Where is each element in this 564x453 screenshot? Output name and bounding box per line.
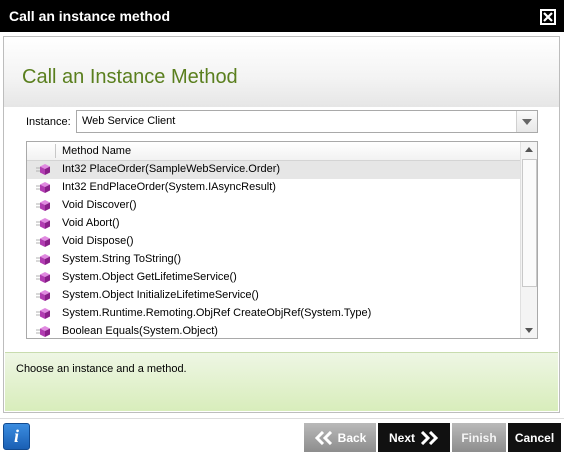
scroll-up-icon[interactable] xyxy=(521,142,537,158)
method-name: System.Runtime.Remoting.ObjRef CreateObj… xyxy=(62,307,372,319)
method-row[interactable]: Int32 EndPlaceOrder(System.IAsyncResult) xyxy=(27,179,521,197)
method-rows: Int32 PlaceOrder(SampleWebService.Order)… xyxy=(27,161,521,338)
method-icon xyxy=(36,307,52,321)
method-row[interactable]: System.Runtime.Remoting.ObjRef CreateObj… xyxy=(27,305,521,323)
method-icon xyxy=(36,289,52,303)
method-icon xyxy=(36,253,52,267)
method-name: System.Object GetLifetimeService() xyxy=(62,271,237,283)
method-name: System.Object InitializeLifetimeService(… xyxy=(62,289,259,301)
method-row[interactable]: Int32 PlaceOrder(SampleWebService.Order) xyxy=(27,161,521,179)
double-chevron-left-icon xyxy=(314,430,332,445)
method-icon xyxy=(36,235,52,249)
method-name: Void Abort() xyxy=(62,217,120,229)
double-chevron-right-icon xyxy=(420,430,439,445)
method-name: Void Dispose() xyxy=(62,235,134,247)
instance-dropdown[interactable]: Web Service Client xyxy=(76,110,538,133)
dropdown-arrow[interactable] xyxy=(516,111,537,132)
method-icon xyxy=(36,271,52,285)
info-icon: i xyxy=(13,426,19,446)
method-row[interactable]: System.Object InitializeLifetimeService(… xyxy=(27,287,521,305)
method-row[interactable]: System.String ToString() xyxy=(27,251,521,269)
info-message: Choose an instance and a method. xyxy=(16,363,187,375)
method-icon xyxy=(36,181,52,195)
method-row[interactable]: Void Dispose() xyxy=(27,233,521,251)
method-name: System.String ToString() xyxy=(62,253,182,265)
back-button[interactable]: Back xyxy=(304,423,376,452)
next-label: Next xyxy=(388,430,415,445)
finish-button[interactable]: Finish xyxy=(452,423,506,452)
cancel-button[interactable]: Cancel xyxy=(508,423,561,452)
column-separator xyxy=(55,144,56,158)
method-name: Int32 PlaceOrder(SampleWebService.Order) xyxy=(62,163,281,175)
chevron-down-icon xyxy=(522,119,532,125)
method-icon xyxy=(36,217,52,231)
method-icon xyxy=(36,199,52,213)
method-name: Boolean Equals(System.Object) xyxy=(62,325,218,337)
column-header[interactable]: Method Name xyxy=(27,142,521,161)
method-row[interactable]: Boolean Equals(System.Object) xyxy=(27,323,521,338)
info-button[interactable]: i xyxy=(3,423,30,450)
close-icon[interactable] xyxy=(540,9,556,25)
method-row[interactable]: Void Abort() xyxy=(27,215,521,233)
window-title: Call an instance method xyxy=(9,8,171,24)
method-list[interactable]: Method Name Int32 PlaceOrder(SampleWebSe… xyxy=(26,141,538,339)
vertical-scrollbar[interactable] xyxy=(520,142,537,338)
title-bar: Call an instance method xyxy=(0,0,564,32)
column-header-label: Method Name xyxy=(62,145,132,157)
method-name: Int32 EndPlaceOrder(System.IAsyncResult) xyxy=(62,181,276,193)
finish-label: Finish xyxy=(461,430,497,445)
page-title: Call an Instance Method xyxy=(22,66,238,88)
method-icon xyxy=(36,325,52,338)
back-label: Back xyxy=(337,430,367,445)
method-name: Void Discover() xyxy=(62,199,137,211)
method-row[interactable]: Void Discover() xyxy=(27,197,521,215)
next-button[interactable]: Next xyxy=(378,423,450,452)
info-panel: Choose an instance and a method. xyxy=(5,352,558,411)
scrollbar-thumb[interactable] xyxy=(522,159,537,287)
method-row[interactable]: System.Object GetLifetimeService() xyxy=(27,269,521,287)
instance-label: Instance: xyxy=(26,116,71,128)
instance-value: Web Service Client xyxy=(82,115,176,127)
method-icon xyxy=(36,163,52,177)
scroll-down-icon[interactable] xyxy=(521,322,537,338)
cancel-label: Cancel xyxy=(514,430,555,445)
